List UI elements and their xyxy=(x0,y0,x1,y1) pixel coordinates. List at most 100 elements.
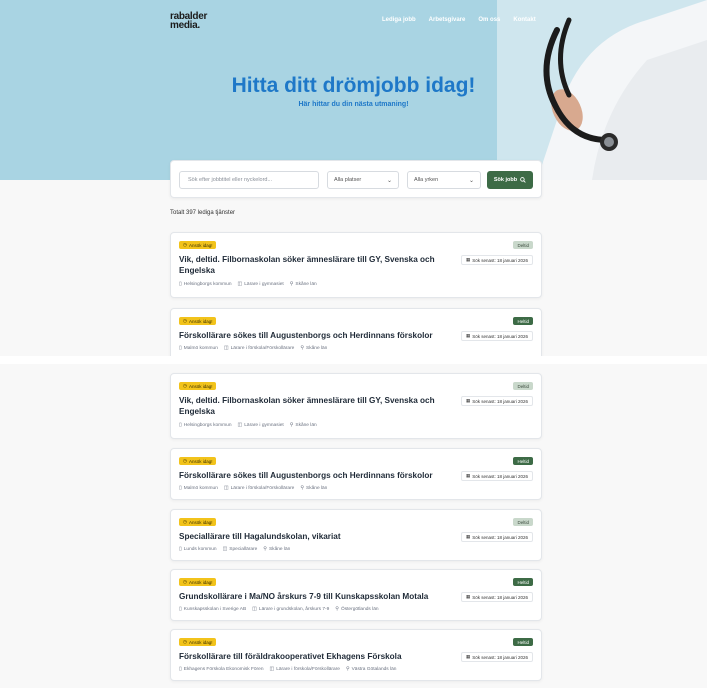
search-panel: Alla platser ⌄ Alla yrken ⌄ Sök jobb xyxy=(170,160,542,198)
job-category: Lärare i förskola/Förskollärare xyxy=(230,486,295,491)
urgent-badge: ◷ Ansök idag! xyxy=(179,317,217,325)
building-icon: ▯ xyxy=(179,281,182,287)
job-card[interactable]: ◷ Ansök idag! Deltid Speciallärare till H… xyxy=(170,509,542,561)
location-pin-icon: ⚲ xyxy=(263,546,267,552)
location-pin-icon: ⚲ xyxy=(300,345,305,351)
building-icon: ▯ xyxy=(179,422,182,428)
job-card[interactable]: ◷ Ansök idag! Heltid Förskollärare sökes … xyxy=(170,448,542,500)
urgent-badge-label: Ansök idag! xyxy=(188,458,213,464)
job-meta: ▯ Kunskapsskolan i Sverige AB ◫ Lärare i g… xyxy=(179,606,379,612)
job-card[interactable]: ◷ Ansök idag! Deltid Vik, deltid. Filborn… xyxy=(170,232,542,298)
nav-lediga-jobb[interactable]: Lediga jobb xyxy=(382,17,416,23)
job-location: Skåne län xyxy=(295,423,317,428)
location-pin-icon: ⚲ xyxy=(289,422,294,428)
section-divider xyxy=(0,356,707,364)
deadline-badge: ▦ Sök senast: 18 januari 2026 xyxy=(460,652,533,662)
briefcase-icon: ◫ xyxy=(237,281,243,287)
chevron-down-icon: ⌄ xyxy=(386,177,392,184)
job-location: Skåne län xyxy=(268,547,291,552)
job-category: Lärare i grundskolan, årskurs 7-9 xyxy=(258,607,330,612)
job-location: Skåne län xyxy=(295,282,317,287)
calendar-icon: ▦ xyxy=(465,398,471,403)
urgent-badge-label: Ansök idag! xyxy=(188,318,213,324)
urgent-badge: ◷ Ansök idag! xyxy=(179,241,217,249)
location-pin-icon: ⚲ xyxy=(345,666,350,672)
job-card[interactable]: ◷ Ansök idag! Deltid Vik, deltid. Filborn… xyxy=(170,373,542,439)
job-meta: ▯ Helsingborgs kommun ◫ Lärare i gymnasiet… xyxy=(179,281,317,287)
employer-name: Ekhagens Förskola Ekonomisk Fören xyxy=(183,667,264,672)
building-icon: ▯ xyxy=(179,485,182,491)
job-category: Speciallärare xyxy=(229,547,258,552)
chevron-down-icon: ⌄ xyxy=(468,177,474,184)
job-title[interactable]: Förskollärare till föräldrakooperativet … xyxy=(179,651,469,662)
employment-type-badge: Deltid xyxy=(513,518,533,526)
employment-type-badge: Deltid xyxy=(513,241,533,249)
job-card[interactable]: ◷ Ansök idag! Heltid Förskollärare till f… xyxy=(170,629,542,681)
deadline-label: Sök senast: 18 januari 2026 xyxy=(472,257,528,263)
deadline-label: Sök senast: 18 januari 2026 xyxy=(472,654,528,660)
deadline-label: Sök senast: 18 januari 2026 xyxy=(472,333,528,339)
location-pin-icon: ⚲ xyxy=(335,606,339,612)
employer-name: Helsingborgs kommun xyxy=(183,423,232,428)
job-meta: ▯ Lunds kommun ◫ Speciallärare ⚲ Skåne län xyxy=(179,546,290,552)
deadline-badge: ▦ Sök senast: 18 januari 2026 xyxy=(460,331,533,341)
nav-kontakt[interactable]: Kontakt xyxy=(513,17,535,23)
job-card[interactable]: ◷ Ansök idag! Heltid Förskollärare sökes … xyxy=(170,308,542,356)
briefcase-icon: ◫ xyxy=(222,546,228,552)
job-location: Skåne län xyxy=(306,486,328,491)
calendar-icon: ▦ xyxy=(465,473,471,478)
search-input[interactable] xyxy=(179,171,319,189)
employer-name: Kunskapsskolan i Sverige AB xyxy=(183,607,247,612)
deadline-badge: ▦ Sök senast: 18 januari 2026 xyxy=(460,592,533,602)
building-icon: ▯ xyxy=(179,546,182,552)
search-icon xyxy=(520,177,526,183)
job-title[interactable]: Vik, deltid. Filbornaskolan söker ämnesl… xyxy=(179,395,439,417)
job-title[interactable]: Förskollärare sökes till Augustenborgs o… xyxy=(179,470,469,481)
logo-line-2: media. xyxy=(170,20,200,31)
job-title[interactable]: Vik, deltid. Filbornaskolan söker ämnesl… xyxy=(179,254,439,276)
job-meta: ▯ Helsingborgs kommun ◫ Lärare i gymnasiet… xyxy=(179,422,317,428)
employment-type-badge: Heltid xyxy=(513,578,533,586)
brand-logo[interactable]: rabalder media. xyxy=(170,12,207,31)
briefcase-icon: ◫ xyxy=(223,345,229,351)
urgent-badge: ◷ Ansök idag! xyxy=(179,382,217,390)
deadline-badge: ▦ Sök senast: 18 januari 2026 xyxy=(460,396,533,406)
clock-icon: ◷ xyxy=(183,579,187,584)
job-title[interactable]: Förskollärare sökes till Augustenborgs o… xyxy=(179,330,469,341)
briefcase-icon: ◫ xyxy=(237,422,243,428)
main-nav: Lediga jobb Arbetsgivare Om oss Kontakt xyxy=(382,17,536,23)
places-select[interactable]: Alla platser ⌄ xyxy=(327,171,399,189)
calendar-icon: ▦ xyxy=(465,534,471,539)
deadline-label: Sök senast: 18 januari 2026 xyxy=(472,398,528,404)
urgent-badge: ◷ Ansök idag! xyxy=(179,638,217,646)
job-meta: ▯ Malmö kommun ◫ Lärare i förskola/Förskol… xyxy=(179,345,327,351)
clock-icon: ◷ xyxy=(183,458,187,463)
building-icon: ▯ xyxy=(179,666,182,672)
search-button[interactable]: Sök jobb xyxy=(487,171,533,189)
employer-name: Helsingborgs kommun xyxy=(183,282,232,287)
urgent-badge: ◷ Ansök idag! xyxy=(179,518,217,526)
job-category: Lärare i förskola/Förskollärare xyxy=(230,346,295,351)
urgent-badge-label: Ansök idag! xyxy=(188,519,213,525)
urgent-badge: ◷ Ansök idag! xyxy=(179,457,217,465)
employment-type-badge: Heltid xyxy=(513,457,533,465)
employment-type-badge: Heltid xyxy=(513,638,533,646)
building-icon: ▯ xyxy=(179,345,182,351)
page-top: rabalder media. Lediga jobb Arbetsgivare… xyxy=(0,0,707,356)
job-card[interactable]: ◷ Ansök idag! Heltid Grundskollärare i Ma… xyxy=(170,569,542,621)
urgent-badge-label: Ansök idag! xyxy=(188,242,213,248)
deadline-label: Sök senast: 18 januari 2026 xyxy=(472,473,528,479)
hero-title: Hitta ditt drömjobb idag! xyxy=(231,74,476,97)
job-meta: ▯ Malmö kommun ◫ Lärare i förskola/Förskol… xyxy=(179,485,327,491)
calendar-icon: ▦ xyxy=(465,654,471,659)
jobs-select[interactable]: Alla yrken ⌄ xyxy=(407,171,481,189)
nav-om-oss[interactable]: Om oss xyxy=(478,17,500,23)
employment-type-badge: Deltid xyxy=(513,382,533,390)
nav-arbetsgivare[interactable]: Arbetsgivare xyxy=(429,17,466,23)
job-title[interactable]: Grundskollärare i Ma/NO årskurs 7-9 till… xyxy=(179,591,469,602)
search-button-label: Sök jobb xyxy=(493,177,518,183)
employer-name: Lunds kommun xyxy=(183,547,217,552)
job-title[interactable]: Speciallärare till Hagalundskolan, vikar… xyxy=(179,531,469,542)
deadline-badge: ▦ Sök senast: 18 januari 2026 xyxy=(460,471,533,481)
job-location: Östergötlands län xyxy=(340,607,379,612)
